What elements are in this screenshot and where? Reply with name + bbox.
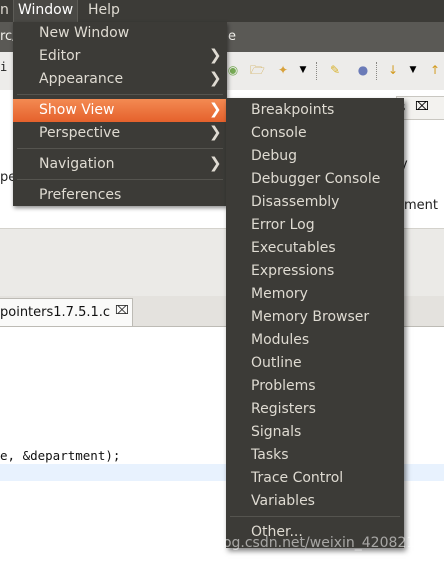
next-annotation-icon[interactable]: ↓ <box>386 63 400 77</box>
menu-item-show-view[interactable]: Show View ❯ <box>13 99 227 122</box>
view-item-signals[interactable]: Signals <box>251 421 301 444</box>
menu-item-new-window[interactable]: New Window <box>13 22 227 45</box>
submenu-arrow-icon: ❯ <box>209 69 222 87</box>
view-item-disassembly[interactable]: Disassembly <box>251 191 339 214</box>
prev-annotation-icon[interactable]: ↑ <box>428 63 442 77</box>
menu-item-label: Show View <box>39 102 115 118</box>
view-item-trace-control[interactable]: Trace Control <box>251 467 343 490</box>
menu-help[interactable]: Help <box>84 0 124 22</box>
menu-item-label: New Window <box>39 25 130 41</box>
submenu-arrow-icon: ❯ <box>209 46 222 64</box>
highlighter-icon[interactable]: ✎ <box>328 63 342 77</box>
show-view-submenu: Breakpoints Console Debug Debugger Conso… <box>226 98 404 548</box>
view-item-debugger-console[interactable]: Debugger Console <box>251 168 380 191</box>
build-icon[interactable]: ◉ <box>226 63 240 77</box>
view-item-executables[interactable]: Executables <box>251 237 336 260</box>
view-item-console[interactable]: Console <box>251 122 307 145</box>
menu-separator <box>17 148 223 149</box>
watermark: https://blog.csdn.net/weixin_42082138 <box>160 535 434 551</box>
open-folder-icon[interactable]: 🗁 <box>250 63 265 77</box>
editor-tab-label: pointers1.7.5.1.c <box>0 305 111 320</box>
close-icon[interactable]: ⌧ <box>415 99 429 113</box>
code-line: e, &department); <box>0 448 121 463</box>
view-item-breakpoints[interactable]: Breakpoints <box>251 99 334 122</box>
view-item-memory-browser[interactable]: Memory Browser <box>251 306 369 329</box>
menu-separator <box>17 179 223 180</box>
menu-item-perspective[interactable]: Perspective ❯ <box>13 122 227 145</box>
dropdown-arrow-icon[interactable]: ▼ <box>406 63 420 77</box>
toolbar-separator <box>376 62 378 80</box>
close-icon[interactable]: ⌧ <box>115 303 129 317</box>
submenu-arrow-icon: ❯ <box>209 123 222 141</box>
view-item-memory[interactable]: Memory <box>251 283 308 306</box>
title-suffix: e <box>228 29 236 44</box>
menu-item-label: Appearance <box>39 71 124 87</box>
menu-item-label: Perspective <box>39 125 121 141</box>
menu-item-appearance[interactable]: Appearance ❯ <box>13 68 227 91</box>
submenu-arrow-icon: ❯ <box>209 154 222 172</box>
menu-item-label: Navigation <box>39 156 115 172</box>
menu-window[interactable]: Window <box>12 0 79 23</box>
menu-item-preferences[interactable]: Preferences <box>13 184 227 207</box>
view-item-variables[interactable]: Variables <box>251 490 315 513</box>
view-item-expressions[interactable]: Expressions <box>251 260 334 283</box>
menu-bar: n Window Help <box>0 0 444 23</box>
toolbar-separator <box>316 62 318 80</box>
view-item-problems[interactable]: Problems <box>251 375 316 398</box>
menu-separator <box>230 516 400 517</box>
view-item-registers[interactable]: Registers <box>251 398 316 421</box>
menu-item-navigation[interactable]: Navigation ❯ <box>13 153 227 176</box>
toolbar-fragment: i <box>0 60 8 74</box>
mark-occurrences-icon[interactable]: ● <box>356 63 370 77</box>
editor-tab[interactable]: pointers1.7.5.1.c ⌧ <box>0 298 133 326</box>
menu-run[interactable]: n <box>0 0 13 22</box>
view-item-debug[interactable]: Debug <box>251 145 297 168</box>
dropdown-arrow-icon[interactable]: ▼ <box>296 63 310 77</box>
window-menu: New Window Editor ❯ Appearance ❯ Show Vi… <box>13 22 227 206</box>
submenu-arrow-icon: ❯ <box>209 100 222 118</box>
view-item-modules[interactable]: Modules <box>251 329 309 352</box>
right-pane-fragment-2: ment <box>404 198 438 213</box>
wand-icon[interactable]: ✦ <box>276 63 290 77</box>
view-item-tasks[interactable]: Tasks <box>251 444 289 467</box>
menu-item-label: Preferences <box>39 187 122 203</box>
menu-item-label: Editor <box>39 48 81 64</box>
view-item-error-log[interactable]: Error Log <box>251 214 315 237</box>
view-item-outline[interactable]: Outline <box>251 352 302 375</box>
menu-item-editor[interactable]: Editor ❯ <box>13 45 227 68</box>
menu-separator <box>17 94 223 95</box>
